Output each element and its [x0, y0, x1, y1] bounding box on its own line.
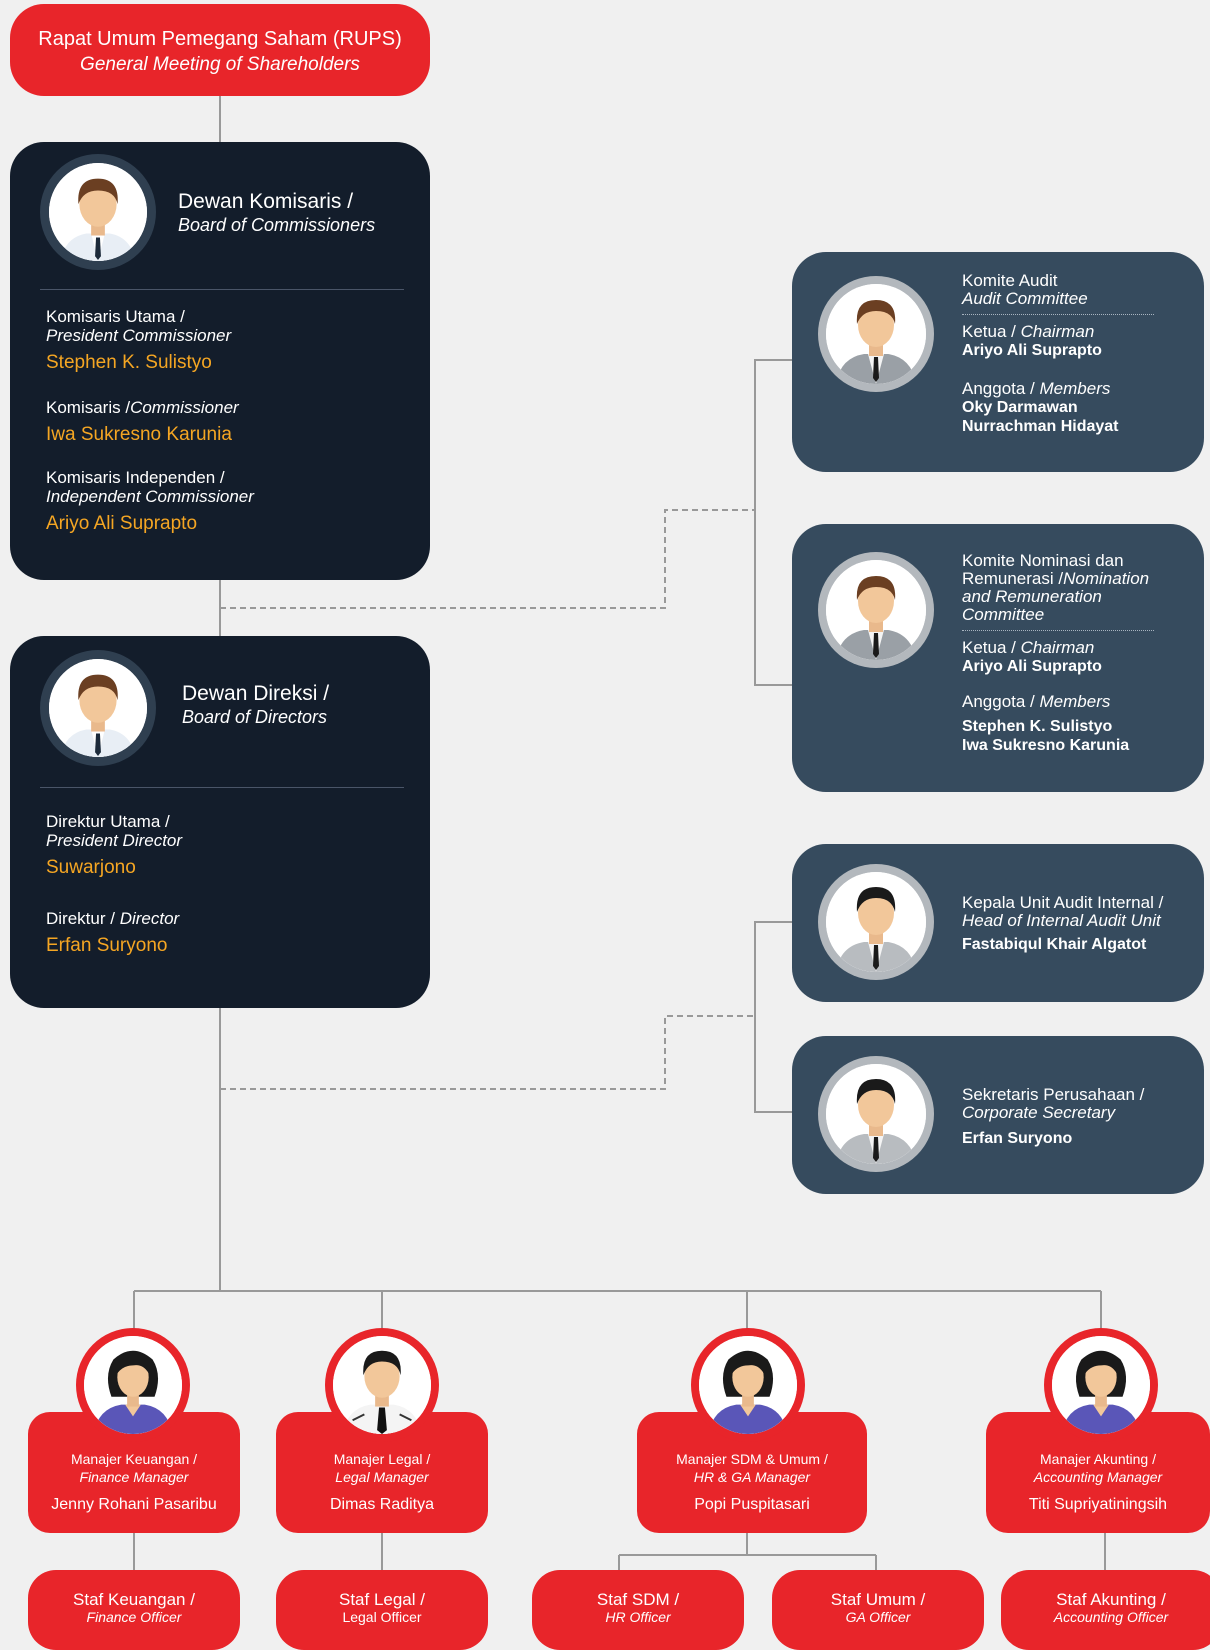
staff-box-legal: Staf Legal / Legal Officer	[276, 1570, 488, 1650]
committee-title-en: Committee	[962, 605, 1045, 624]
nomination-committee-box: Komite Nominasi dan Remunerasi /Nominati…	[792, 524, 1204, 792]
committee-title-en: Audit Committee	[962, 289, 1088, 308]
internal-audit-box: Kepala Unit Audit Internal / Head of Int…	[792, 844, 1204, 1002]
staff-role-en: GA Officer	[845, 1609, 911, 1625]
chair-label: Ketua /	[962, 322, 1016, 341]
unit-head-name: Fastabiqul Khair Algatot	[962, 936, 1147, 953]
members-label: Anggota /	[962, 379, 1035, 398]
corporate-secretary-box: Sekretaris Perusahaan / Corporate Secret…	[792, 1036, 1204, 1194]
staff-role: Staf Legal /	[338, 1590, 425, 1609]
manager-name: Titi Supriyatiningsih	[1028, 1496, 1168, 1513]
manager-role-en: Accounting Manager	[1033, 1469, 1163, 1485]
staff-role: Staf Umum /	[830, 1590, 926, 1609]
member-role-en: Director	[119, 909, 180, 928]
staff-box-accounting: Staf Akunting / Accounting Officer	[1001, 1570, 1210, 1650]
male-avatar-icon	[818, 1056, 934, 1172]
unit-title: Kepala Unit Audit Internal /	[962, 893, 1164, 912]
staff-role: Staf Keuangan /	[73, 1590, 195, 1609]
directors-box: Dewan Direksi / Board of Directors Direk…	[10, 636, 430, 1008]
staff-box-hr: Staf SDM / HR Officer	[532, 1570, 744, 1650]
manager-name: Popi Puspitasari	[694, 1496, 810, 1513]
unit-title: Sekretaris Perusahaan /	[962, 1085, 1145, 1104]
dotted-divider	[962, 314, 1154, 315]
commissioners-title-en: Board of Commissioners	[178, 215, 376, 235]
male-avatar-icon	[818, 552, 934, 668]
divider	[40, 787, 404, 788]
chair-label: Ketua /	[962, 638, 1016, 657]
commissioners-box: Dewan Komisaris / Board of Commissioners…	[10, 142, 430, 580]
unit-head-name: Erfan Suryono	[962, 1130, 1073, 1147]
member-name: Stephen K. Sulistyo	[962, 718, 1113, 735]
chair-name: Ariyo Ali Suprapto	[962, 342, 1102, 359]
member-name: Ariyo Ali Suprapto	[46, 513, 198, 534]
manager-name: Dimas Raditya	[329, 1496, 435, 1513]
manager-role: Manajer Legal /	[333, 1451, 431, 1467]
male-avatar-icon	[40, 154, 156, 270]
member-name: Erfan Suryono	[46, 935, 168, 956]
staff-box-ga: Staf Umum / GA Officer	[772, 1570, 984, 1650]
male-avatar-icon	[818, 276, 934, 392]
male-avatar-icon	[818, 864, 934, 980]
manager-role-en: Legal Manager	[335, 1469, 429, 1485]
audit-committee-box: Komite Audit Audit Committee Ketua / Cha…	[792, 252, 1204, 472]
committee-title-en: Nomination	[1063, 569, 1150, 588]
divider	[40, 289, 404, 290]
chair-label-en: Chairman	[1020, 322, 1095, 341]
member-role: Direktur Utama /	[46, 812, 170, 831]
chair-name: Ariyo Ali Suprapto	[962, 658, 1102, 675]
male-avatar-icon	[325, 1328, 439, 1442]
member-name: Oky Darmawan	[962, 399, 1078, 416]
directors-title: Dewan Direksi /	[182, 682, 330, 705]
committee-title: Komite Audit	[962, 271, 1058, 290]
member-role-en: President Director	[46, 831, 183, 850]
staff-role-en: Legal Officer	[342, 1609, 422, 1625]
female-avatar-icon	[76, 1328, 190, 1442]
member-name: Iwa Sukresno Karunia	[46, 424, 232, 445]
members-label-en: Members	[1039, 692, 1111, 711]
manager-name: Jenny Rohani Pasaribu	[51, 1496, 217, 1513]
members-label: Anggota /	[962, 692, 1035, 711]
member-role-en: Independent Commissioner	[46, 487, 254, 506]
manager-role-en: HR & GA Manager	[693, 1469, 811, 1485]
committee-title-en: and Remuneration	[962, 587, 1102, 606]
female-avatar-icon	[691, 1328, 805, 1442]
committee-title: Remunerasi /	[962, 569, 1064, 588]
member-role-en: President Commissioner	[46, 326, 232, 345]
member-name: Iwa Sukresno Karunia	[962, 737, 1130, 754]
member-role: Direktur /	[46, 909, 115, 928]
member-role: Komisaris Utama /	[46, 307, 185, 326]
member-name: Stephen K. Sulistyo	[46, 352, 212, 373]
commissioners-title: Dewan Komisaris /	[178, 190, 354, 213]
member-name: Nurrachman Hidayat	[962, 418, 1119, 435]
staff-role: Staf Akunting /	[1056, 1590, 1166, 1609]
unit-title-en: Corporate Secretary	[962, 1103, 1116, 1122]
staff-role-en: Finance Officer	[86, 1609, 182, 1625]
staff-box-finance: Staf Keuangan / Finance Officer	[28, 1570, 240, 1650]
manager-role: Manajer Akunting /	[1040, 1451, 1156, 1467]
members-label-en: Members	[1039, 379, 1111, 398]
staff-role: Staf SDM /	[596, 1590, 680, 1609]
staff-role-en: HR Officer	[605, 1609, 671, 1625]
manager-role-en: Finance Manager	[79, 1469, 189, 1485]
dotted-divider	[962, 630, 1154, 631]
female-avatar-icon	[1044, 1328, 1158, 1442]
manager-role: Manajer Keuangan /	[70, 1451, 198, 1467]
rups-title-en: General Meeting of Shareholders	[80, 54, 360, 75]
rups-box: Rapat Umum Pemegang Saham (RUPS) General…	[10, 4, 430, 96]
directors-title-en: Board of Directors	[182, 707, 328, 727]
member-role: Komisaris Independen /	[46, 468, 225, 487]
chair-label-en: Chairman	[1020, 638, 1095, 657]
member-role: Komisaris /	[46, 398, 131, 417]
rups-title: Rapat Umum Pemegang Saham (RUPS)	[38, 28, 402, 50]
unit-title-en: Head of Internal Audit Unit	[962, 911, 1161, 930]
manager-role: Manajer SDM & Umum /	[676, 1451, 828, 1467]
staff-role-en: Accounting Officer	[1053, 1609, 1169, 1625]
member-role-en: Commissioner	[130, 398, 239, 417]
male-avatar-icon	[40, 650, 156, 766]
member-name: Suwarjono	[46, 857, 136, 878]
committee-title: Komite Nominasi dan	[962, 551, 1124, 570]
